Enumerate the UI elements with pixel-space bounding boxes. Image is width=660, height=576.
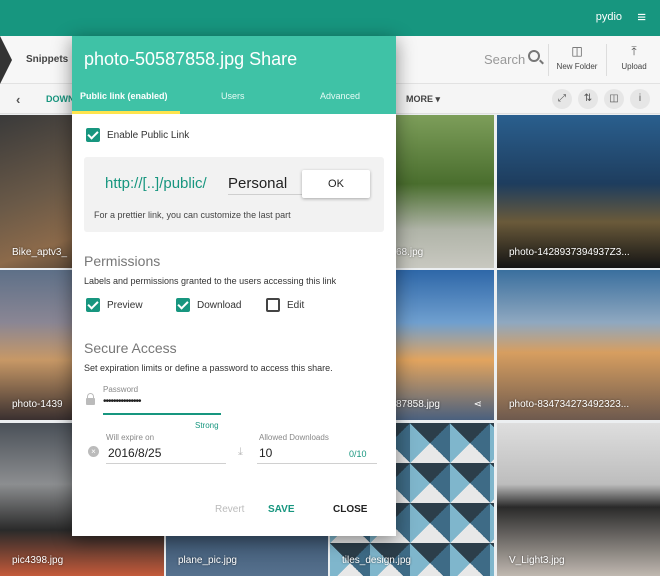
divider (606, 44, 607, 76)
link-prefix: http://[..]/public/ (105, 175, 207, 192)
file-name: V_Light3.jpg (509, 555, 565, 566)
password-underline (103, 413, 221, 415)
breadcrumb-item[interactable]: Snippets (26, 54, 68, 65)
link-custom-input[interactable]: Personal (228, 175, 304, 195)
upload-icon: ⤒ (631, 44, 637, 58)
tab-indicator (72, 111, 180, 114)
close-button[interactable]: CLOSE (333, 504, 367, 515)
dialog-title: photo-50587858.jpg Share (84, 49, 298, 69)
permissions-title: Permissions (84, 253, 161, 269)
hamburger-icon[interactable]: ≡ (637, 10, 646, 25)
downloads-underline (257, 463, 377, 464)
revert-button[interactable]: Revert (215, 504, 244, 515)
file-name: pic4398.jpg (12, 555, 64, 566)
file-name: photo-834734273492323... (509, 399, 630, 410)
edit-label: Edit (287, 300, 305, 311)
enable-public-link-label: Enable Public Link (107, 130, 190, 141)
file-name: 68.jpg (396, 247, 424, 258)
download-label: Download (197, 300, 242, 311)
chevron-left-icon[interactable]: ‹ (16, 92, 20, 107)
allowed-downloads-label: Allowed Downloads (259, 433, 329, 442)
clear-icon[interactable]: × (88, 446, 99, 457)
downloads-counter: 0/10 (349, 449, 367, 459)
file-tile[interactable]: photo-834734273492323... (497, 270, 660, 420)
download-icon: ⤓ (238, 446, 243, 458)
new-folder-button[interactable]: ◫ New Folder (551, 44, 603, 71)
divider (548, 44, 549, 76)
search-input[interactable]: Search (484, 52, 525, 67)
file-name: Bike_aptv3_ (12, 247, 68, 258)
edit-checkbox[interactable] (266, 298, 280, 312)
secure-access-description: Set expiration limits or define a passwo… (84, 363, 333, 373)
file-name: 87858.jpg (396, 399, 440, 410)
save-button[interactable]: SAVE (268, 504, 295, 515)
file-tile[interactable]: V_Light3.jpg (497, 423, 660, 576)
app-header: pydio ≡ (0, 0, 660, 36)
share-icon[interactable]: ⋖ (474, 399, 482, 410)
link-hint: For a prettier link, you can customize t… (94, 210, 291, 220)
dialog-header: photo-50587858.jpg Share Public link (en… (72, 36, 396, 114)
download-checkbox[interactable] (176, 298, 190, 312)
tab-users[interactable]: Users (221, 91, 245, 101)
password-field[interactable]: ••••••••••••••• (103, 396, 142, 407)
password-strength: Strong (195, 421, 219, 430)
file-name: tiles_design.jpg (342, 555, 411, 566)
info-icon[interactable]: i (630, 89, 650, 109)
file-name: photo-1428937394937Z3... (509, 247, 630, 258)
tab-download[interactable]: DOWN (46, 94, 75, 104)
user-name[interactable]: pydio (596, 11, 622, 23)
preview-label: Preview (107, 300, 143, 311)
search-icon[interactable] (528, 50, 540, 62)
display-mode-icon[interactable]: ◫ (604, 89, 624, 109)
new-folder-label: New Folder (556, 62, 598, 71)
password-label: Password (103, 385, 139, 394)
public-link-box: http://[..]/public/ Personal OK For a pr… (84, 157, 384, 232)
expire-date-field[interactable]: 2016/8/25 (108, 446, 161, 460)
file-tile[interactable]: photo-1428937394937Z3... (497, 115, 660, 268)
fullscreen-icon[interactable]: ⤢ (552, 89, 572, 109)
tab-public-link[interactable]: Public link (enabled) (80, 91, 168, 101)
lock-icon (86, 393, 95, 405)
expire-underline (106, 463, 226, 464)
file-name: plane_pic.jpg (178, 555, 237, 566)
breadcrumb-arrow-icon (0, 36, 12, 84)
folder-plus-icon: ◫ (571, 44, 583, 58)
preview-checkbox[interactable] (86, 298, 100, 312)
tab-advanced[interactable]: Advanced (320, 91, 360, 101)
upload-label: Upload (621, 62, 647, 71)
enable-public-link-checkbox[interactable] (86, 128, 100, 142)
upload-button[interactable]: ⤒ Upload (608, 44, 660, 71)
expire-label: Will expire on (106, 433, 155, 442)
more-menu-button[interactable]: MORE ▾ (406, 94, 440, 105)
sort-icon[interactable]: ⇅ (578, 89, 598, 109)
file-name: photo-1439 (12, 399, 63, 410)
permissions-description: Labels and permissions granted to the us… (84, 276, 337, 286)
ok-button[interactable]: OK (302, 170, 370, 198)
share-dialog: photo-50587858.jpg Share Public link (en… (72, 36, 396, 536)
secure-access-title: Secure Access (84, 340, 177, 356)
allowed-downloads-field[interactable]: 10 (259, 446, 272, 460)
